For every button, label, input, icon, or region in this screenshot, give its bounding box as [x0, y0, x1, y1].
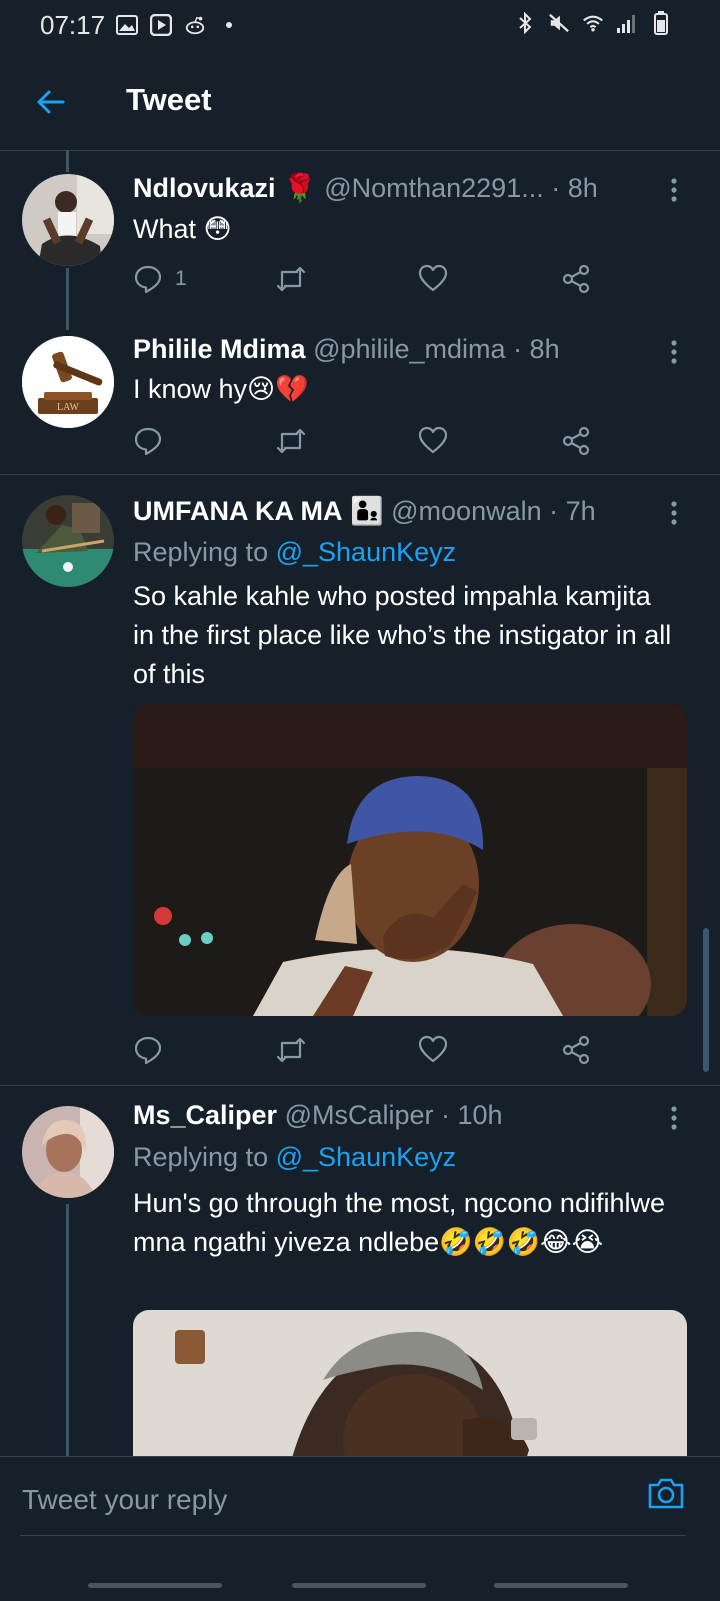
wifi-icon: [582, 12, 604, 34]
replying-to-label: Replying to: [133, 1142, 269, 1172]
more-icon[interactable]: [664, 499, 684, 529]
like-button[interactable]: [418, 426, 448, 454]
signal-icon: [616, 12, 638, 34]
avatar[interactable]: [22, 174, 114, 266]
more-icon[interactable]: [664, 338, 684, 368]
like-button[interactable]: [418, 264, 448, 292]
system-nav-back[interactable]: [494, 1583, 628, 1588]
status-bar: 07:17: [0, 0, 720, 52]
law-label: LAW: [57, 402, 80, 413]
tweet-time: · 8h: [513, 334, 560, 364]
replying-to: Replying to @_ShaunKeyz: [133, 537, 456, 568]
camera-button[interactable]: [646, 1475, 690, 1519]
share-button[interactable]: [561, 1035, 591, 1065]
avatar[interactable]: [22, 495, 114, 587]
retweet-button[interactable]: [275, 264, 307, 294]
share-button[interactable]: [561, 264, 591, 294]
system-nav-recents[interactable]: [88, 1583, 222, 1588]
tweet-media-image[interactable]: [133, 704, 687, 1016]
tweet-philile-mdima[interactable]: LAW Philile Mdima @philile_mdima · 8h I …: [0, 320, 720, 474]
reply-composer: [0, 1456, 720, 1601]
gallery-notification-icon: [116, 14, 138, 36]
replying-to: Replying to @_ShaunKeyz: [133, 1142, 456, 1173]
play-store-notification-icon: [150, 14, 172, 36]
share-icon: [562, 426, 590, 456]
tweet-actions: [133, 1035, 613, 1071]
tweet-ms-caliper[interactable]: Ms_Caliper @MsCaliper · 10h Replying to …: [0, 1086, 720, 1456]
reply-input[interactable]: [20, 1475, 604, 1525]
reply-button[interactable]: 1: [133, 264, 187, 294]
retweet-button[interactable]: [275, 426, 307, 456]
user-name[interactable]: Philile Mdima: [133, 334, 306, 364]
avatar[interactable]: LAW: [22, 336, 114, 428]
user-name[interactable]: Ms_Caliper: [133, 1100, 277, 1130]
system-nav-home[interactable]: [292, 1583, 426, 1588]
replying-to-handle[interactable]: @_ShaunKeyz: [276, 1142, 457, 1172]
back-button[interactable]: [28, 80, 72, 124]
tweet-media-image[interactable]: [133, 1310, 687, 1456]
tweet-umfana-ka-ma[interactable]: UMFANA KA MA 👨‍👦 @moonwaln · 7h Replying…: [0, 475, 720, 1085]
battery-icon: [650, 11, 672, 35]
reply-button[interactable]: [133, 1035, 163, 1065]
retweet-button[interactable]: [275, 1035, 307, 1065]
reply-underline: [20, 1535, 686, 1536]
mute-icon: [548, 12, 570, 34]
reply-icon: [134, 265, 162, 294]
user-handle: @moonwaln: [391, 496, 542, 526]
reply-icon: [134, 427, 162, 456]
tweet-text: Hun's go through the most, ngcono ndifih…: [133, 1188, 665, 1257]
tweet-text: I know hy😢💔: [133, 374, 309, 404]
retweet-icon: [276, 428, 306, 454]
name-emoji: 🌹: [283, 173, 317, 203]
user-handle: @Nomthan2291...: [324, 173, 544, 203]
name-emoji: 👨‍👦: [350, 496, 384, 526]
tweet-actions: 1: [133, 264, 613, 300]
page-title: Tweet: [126, 82, 212, 117]
user-handle: @MsCaliper: [284, 1100, 434, 1130]
tweet-time: · 8h: [551, 173, 598, 203]
user-name[interactable]: UMFANA KA MA: [133, 496, 342, 526]
scrollbar[interactable]: [703, 928, 709, 1072]
reply-button[interactable]: [133, 426, 163, 456]
more-icon[interactable]: [664, 1104, 684, 1134]
like-icon: [418, 426, 448, 454]
user-name[interactable]: Ndlovukazi: [133, 173, 276, 203]
reply-count: 1: [175, 267, 187, 290]
share-icon: [562, 1035, 590, 1065]
retweet-icon: [276, 266, 306, 292]
replying-to-label: Replying to: [133, 537, 269, 567]
tweet-ndlovukazi[interactable]: Ndlovukazi 🌹 @Nomthan2291... · 8h What 😳…: [0, 150, 720, 330]
user-handle: @philile_mdima: [313, 334, 506, 364]
app-header: Tweet: [0, 52, 720, 151]
notification-dot-icon: [218, 14, 240, 36]
tweet-text: What 😳: [133, 214, 232, 244]
replying-to-handle[interactable]: @_ShaunKeyz: [276, 537, 457, 567]
like-button[interactable]: [418, 1035, 448, 1063]
more-icon[interactable]: [664, 176, 684, 206]
thread-line: [66, 1204, 69, 1456]
camera-icon: [648, 1478, 684, 1509]
retweet-icon: [276, 1037, 306, 1063]
status-time: 07:17: [40, 10, 106, 40]
tweet-time: · 7h: [549, 496, 596, 526]
reddit-notification-icon: [184, 14, 206, 36]
like-icon: [418, 1035, 448, 1063]
share-button[interactable]: [561, 426, 591, 456]
tweet-text: So kahle kahle who posted impahla kamjit…: [133, 581, 672, 689]
reply-icon: [134, 1036, 162, 1065]
avatar[interactable]: [22, 1106, 114, 1198]
tweet-time: · 10h: [441, 1100, 503, 1130]
tweet-actions: [133, 426, 613, 462]
share-icon: [562, 264, 590, 294]
like-icon: [418, 264, 448, 292]
bluetooth-icon: [514, 12, 536, 34]
back-arrow-icon: [37, 90, 65, 114]
